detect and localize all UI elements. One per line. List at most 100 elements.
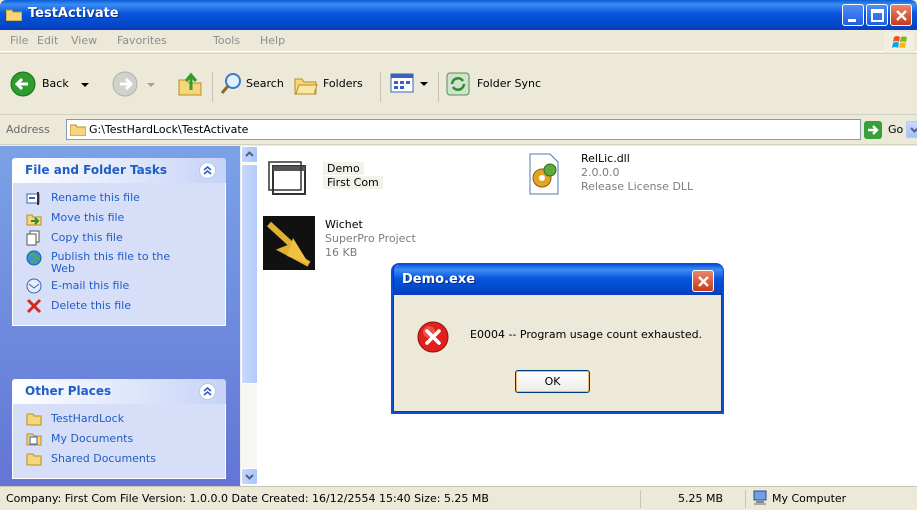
scroll-down-button[interactable] xyxy=(241,468,258,485)
dialog-message: E0004 -- Program usage count exhausted. xyxy=(470,328,703,341)
maximize-button[interactable] xyxy=(866,4,888,26)
window-title-bar[interactable]: TestActivate xyxy=(0,0,917,30)
place-my-documents[interactable]: My Documents xyxy=(13,430,225,450)
chevron-up-icon xyxy=(245,151,254,157)
up-folder-button[interactable] xyxy=(176,70,204,98)
search-button[interactable]: Search xyxy=(220,71,290,97)
back-button[interactable]: Back xyxy=(10,71,98,97)
folders-button[interactable]: Folders xyxy=(293,71,373,97)
task-publish[interactable]: Publish this file to the Web xyxy=(13,249,225,277)
application-icon xyxy=(268,161,306,195)
task-delete[interactable]: Delete this file xyxy=(13,297,225,317)
dialog-title: Demo.exe xyxy=(402,272,476,287)
place-label: My Documents xyxy=(51,432,134,445)
file-size: 16 KB xyxy=(325,246,358,259)
file-folder-tasks-header[interactable]: File and Folder Tasks xyxy=(12,158,226,183)
windows-flag-icon xyxy=(892,36,907,48)
search-label: Search xyxy=(246,77,284,90)
scroll-thumb[interactable] xyxy=(241,164,258,384)
task-label: Rename this file xyxy=(51,191,140,204)
menu-tools[interactable]: Tools xyxy=(213,34,240,47)
task-label: Move this file xyxy=(51,211,125,224)
task-email[interactable]: E-mail this file xyxy=(13,277,225,297)
status-size: 5.25 MB xyxy=(678,492,724,505)
double-chevron-up-icon xyxy=(203,165,212,175)
panel-title: Other Places xyxy=(25,384,112,398)
chevron-down-icon xyxy=(81,83,89,87)
folder-icon xyxy=(70,124,86,136)
file-name: RelLic.dll xyxy=(581,152,630,165)
email-icon xyxy=(26,278,42,294)
file-item-rellic[interactable]: RelLic.dll 2.0.0.0 Release License DLL xyxy=(522,152,722,202)
my-computer-icon xyxy=(753,490,767,505)
forward-button[interactable] xyxy=(112,71,160,97)
dll-gear-icon xyxy=(529,153,559,195)
file-item-demo[interactable]: Demo First Com xyxy=(265,156,395,206)
file-folder-tasks-panel: File and Folder Tasks Rename this file M… xyxy=(12,158,226,326)
windows-logo xyxy=(884,32,914,52)
address-dropdown-button[interactable] xyxy=(906,121,917,138)
task-label: Delete this file xyxy=(51,299,131,312)
task-copy[interactable]: Copy this file xyxy=(13,229,225,249)
task-label: E-mail this file xyxy=(51,279,130,292)
menu-view[interactable]: View xyxy=(71,34,97,47)
folder-sync-button[interactable]: Folder Sync xyxy=(445,71,555,97)
ok-button[interactable]: OK xyxy=(515,370,590,393)
place-testhardlock[interactable]: TestHardLock xyxy=(13,410,225,430)
other-places-list: TestHardLock My Documents Shared Documen… xyxy=(12,404,226,479)
folder-icon xyxy=(26,453,42,466)
menu-help[interactable]: Help xyxy=(260,34,285,47)
file-item-wichet[interactable]: Wichet SuperPro Project 16 KB xyxy=(263,216,463,272)
place-shared-documents[interactable]: Shared Documents xyxy=(13,450,225,470)
dialog-title-bar[interactable]: Demo.exe xyxy=(394,265,723,295)
chevron-down-icon xyxy=(245,474,254,480)
file-company: First Com xyxy=(323,176,383,189)
move-icon xyxy=(26,214,42,226)
address-input[interactable]: G:\TestHardLock\TestActivate xyxy=(66,119,917,140)
address-label: Address xyxy=(6,123,50,136)
rename-icon xyxy=(26,192,40,205)
collapse-chevron-icon[interactable] xyxy=(199,383,216,400)
up-folder-icon xyxy=(178,72,202,96)
address-bar: Address G:\TestHardLock\TestActivate Go xyxy=(0,115,917,145)
dialog-close-button[interactable] xyxy=(692,270,714,292)
place-label: Shared Documents xyxy=(51,452,156,465)
task-label: Copy this file xyxy=(51,231,123,244)
go-label[interactable]: Go xyxy=(888,123,903,136)
task-rename[interactable]: Rename this file xyxy=(13,189,225,209)
go-button[interactable] xyxy=(864,121,882,139)
chevron-down-icon xyxy=(910,127,917,133)
scroll-up-button[interactable] xyxy=(241,146,258,163)
delete-icon xyxy=(26,298,42,314)
file-name: Wichet xyxy=(325,218,363,231)
panel-title: File and Folder Tasks xyxy=(25,163,168,177)
task-pane-scrollbar[interactable] xyxy=(240,146,258,486)
file-type: SuperPro Project xyxy=(325,232,416,245)
collapse-chevron-icon[interactable] xyxy=(199,162,216,179)
menu-favorites[interactable]: Favorites xyxy=(117,34,167,47)
file-folder-tasks-list: Rename this file Move this file Copy thi… xyxy=(12,183,226,326)
close-button[interactable] xyxy=(890,4,912,26)
views-icon xyxy=(390,73,414,93)
minimize-button[interactable] xyxy=(842,4,864,26)
task-pane: File and Folder Tasks Rename this file M… xyxy=(0,146,240,486)
double-chevron-up-icon xyxy=(203,386,212,396)
menu-file[interactable]: File xyxy=(10,34,28,47)
error-dialog: Demo.exe E0004 -- Program usage count ex… xyxy=(393,265,723,412)
task-label: Publish this file to the Web xyxy=(51,250,171,275)
task-move[interactable]: Move this file xyxy=(13,209,225,229)
status-bar: Company: First Com File Version: 1.0.0.0… xyxy=(0,486,917,510)
status-location: My Computer xyxy=(772,492,847,505)
maximize-icon xyxy=(871,9,884,22)
folder-icon xyxy=(6,9,22,21)
close-icon xyxy=(698,276,709,287)
views-button[interactable] xyxy=(389,71,433,97)
folder-icon xyxy=(26,413,42,426)
other-places-header[interactable]: Other Places xyxy=(12,379,226,404)
menu-edit[interactable]: Edit xyxy=(37,34,58,47)
minimize-icon xyxy=(848,19,856,22)
file-description: Release License DLL xyxy=(581,180,694,193)
other-places-panel: Other Places TestHardLock My Documents S… xyxy=(12,379,226,479)
window-title: TestActivate xyxy=(28,6,119,21)
chevron-down-icon xyxy=(420,82,428,86)
